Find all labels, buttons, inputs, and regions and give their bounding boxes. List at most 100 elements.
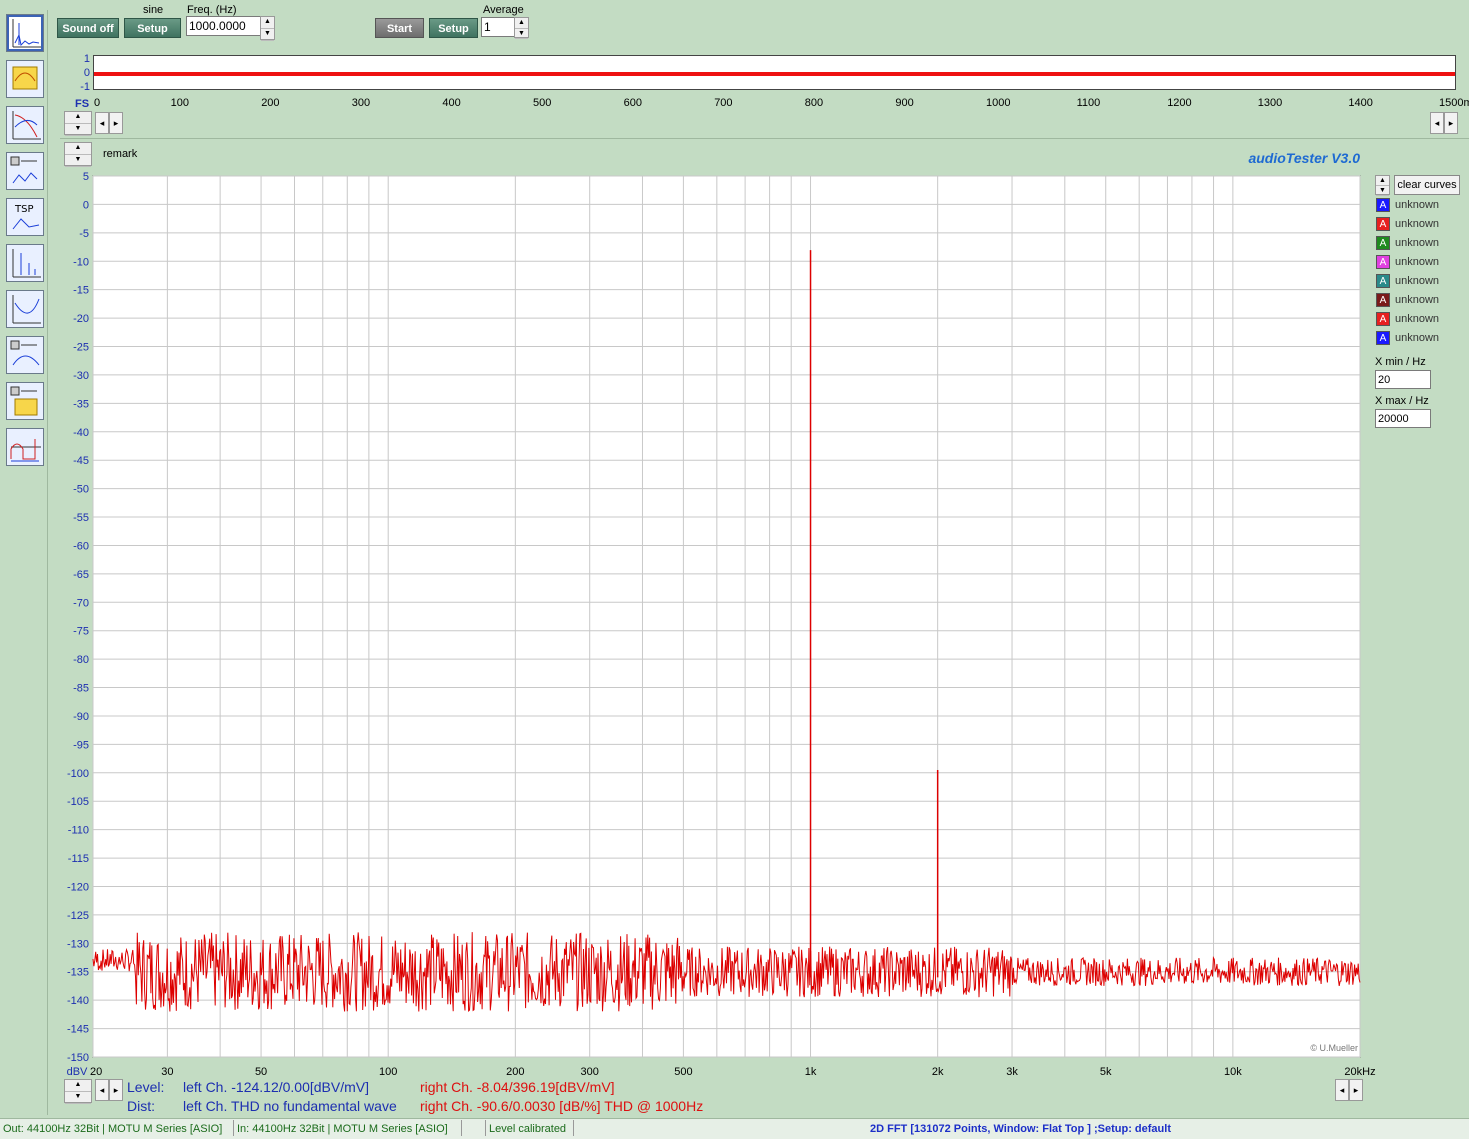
legend-item[interactable]: Aunknown [1376,198,1439,215]
y-tick-label: -140 [67,995,89,1007]
x-tick-label: 30 [161,1066,173,1078]
y-tick-label: -90 [73,711,89,723]
clear-curves-button[interactable]: clear curves [1394,175,1460,195]
legend-item[interactable]: Aunknown [1376,331,1439,348]
legend-color-swatch[interactable]: A [1376,255,1390,269]
y-tick-label: -150 [67,1052,89,1064]
dist-left-readout: left Ch. THD no fundamental wave [183,1098,397,1114]
chart-scroll-left2-icon[interactable]: ◂ [1335,1079,1349,1101]
y-zoom-spinner[interactable]: ▲ ▼ [64,1079,92,1104]
legend-color-swatch[interactable]: A [1376,312,1390,326]
y-tick-label: -45 [73,455,89,467]
legend-item[interactable]: Aunknown [1376,274,1439,291]
status-divider [485,1120,486,1136]
y-tick-label: -5 [79,228,89,240]
y-tick-label: -75 [73,626,89,638]
x-tick-label: 100 [379,1066,397,1078]
x-tick-label: 20kHz [1344,1066,1375,1078]
x-tick-label: 500 [674,1066,692,1078]
chart-scroll-right2-icon[interactable]: ▸ [1349,1079,1363,1101]
y-tick-label: -70 [73,597,89,609]
status-calibrated: Level calibrated [489,1123,567,1135]
y-tick-label: -85 [73,683,89,695]
y-tick-label: -35 [73,398,89,410]
y-tick-label: -25 [73,342,89,354]
status-divider [573,1120,574,1136]
y-tick-label: 5 [83,171,89,183]
y-tick-label: 0 [83,199,89,211]
legend-label: unknown [1395,331,1440,344]
status-fft-info: 2D FFT [131072 Points, Window: Flat Top … [870,1123,1171,1135]
legend-color-swatch[interactable]: A [1376,236,1390,250]
legend-item[interactable]: Aunknown [1376,217,1439,234]
x-tick-label: 10k [1224,1066,1242,1078]
x-tick-label: 5k [1100,1066,1112,1078]
y-tick-label: -60 [73,540,89,552]
x-tick-label: 50 [255,1066,267,1078]
x-tick-label: 1k [805,1066,817,1078]
spin-up-icon[interactable]: ▲ [1376,176,1389,186]
level-label: Level: [127,1079,165,1095]
legend-label: unknown [1395,293,1440,306]
legend-item[interactable]: Aunknown [1376,293,1439,310]
x-tick-label: 200 [506,1066,524,1078]
y-tick-label: -30 [73,370,89,382]
chart-scroll-right-icon[interactable]: ▸ [109,1079,123,1101]
status-input: In: 44100Hz 32Bit | MOTU M Series [ASIO] [237,1123,448,1135]
y-tick-label: -115 [68,853,89,865]
status-divider [233,1120,234,1136]
legend-color-swatch[interactable]: A [1376,217,1390,231]
x-tick-label: 3k [1006,1066,1018,1078]
legend-spinner[interactable]: ▲ ▼ [1375,175,1390,196]
fft-chart: 50-5-10-15-20-25-30-35-40-45-50-55-60-65… [67,171,1376,1078]
status-divider [461,1120,462,1136]
y-tick-label: -20 [73,313,89,325]
y-tick-label: -135 [67,967,89,979]
y-tick-label: -15 [73,285,89,297]
spin-down-icon[interactable]: ▼ [65,1092,91,1104]
legend-label: unknown [1395,217,1440,230]
xmin-label: X min / Hz [1375,356,1426,368]
plot-area [92,175,1361,1058]
legend-item[interactable]: Aunknown [1376,236,1439,253]
xmin-input[interactable]: 20 [1375,370,1431,389]
level-left-readout: left Ch. -124.12/0.00[dBV/mV] [183,1079,369,1095]
y-tick-label: -105 [67,796,89,808]
y-tick-label: -10 [73,256,89,268]
status-output: Out: 44100Hz 32Bit | MOTU M Series [ASIO… [3,1123,223,1135]
legend-color-swatch[interactable]: A [1376,293,1390,307]
x-tick-label: 300 [581,1066,599,1078]
legend-item[interactable]: Aunknown [1376,255,1439,272]
y-tick-label: -95 [73,739,89,751]
legend-color-swatch[interactable]: A [1376,274,1390,288]
y-tick-label: -130 [67,938,89,950]
dist-label: Dist: [127,1098,155,1114]
chart-scroll-left-icon[interactable]: ◂ [95,1079,109,1101]
y-tick-label: -55 [73,512,89,524]
y-tick-label: -125 [67,910,89,922]
spin-up-icon[interactable]: ▲ [65,1080,91,1092]
legend-label: unknown [1395,236,1440,249]
legend-label: unknown [1395,312,1440,325]
xmax-input[interactable]: 20000 [1375,409,1431,428]
y-tick-label: -65 [73,569,89,581]
legend-label: unknown [1395,198,1440,211]
y-tick-label: -145 [67,1024,89,1036]
status-bar: Out: 44100Hz 32Bit | MOTU M Series [ASIO… [0,1118,1469,1139]
y-tick-label: -100 [67,768,89,780]
y-tick-label: -110 [68,825,89,837]
x-tick-label: 2k [932,1066,944,1078]
legend-item[interactable]: Aunknown [1376,312,1439,329]
legend-color-swatch[interactable]: A [1376,198,1390,212]
y-tick-label: -80 [73,654,89,666]
y-tick-label: -120 [67,881,89,893]
legend-label: unknown [1395,255,1440,268]
spin-down-icon[interactable]: ▼ [1376,186,1389,196]
copyright-label: © U.Mueller [1310,1043,1358,1053]
x-tick-label: 20 [90,1066,102,1078]
legend-color-swatch[interactable]: A [1376,331,1390,345]
level-right-readout: right Ch. -8.04/396.19[dBV/mV] [420,1079,615,1095]
xmax-label: X max / Hz [1375,395,1429,407]
dist-right-readout: right Ch. -90.6/0.0030 [dB/%] THD @ 1000… [420,1098,704,1114]
y-axis-unit-label: dBV [67,1066,88,1078]
